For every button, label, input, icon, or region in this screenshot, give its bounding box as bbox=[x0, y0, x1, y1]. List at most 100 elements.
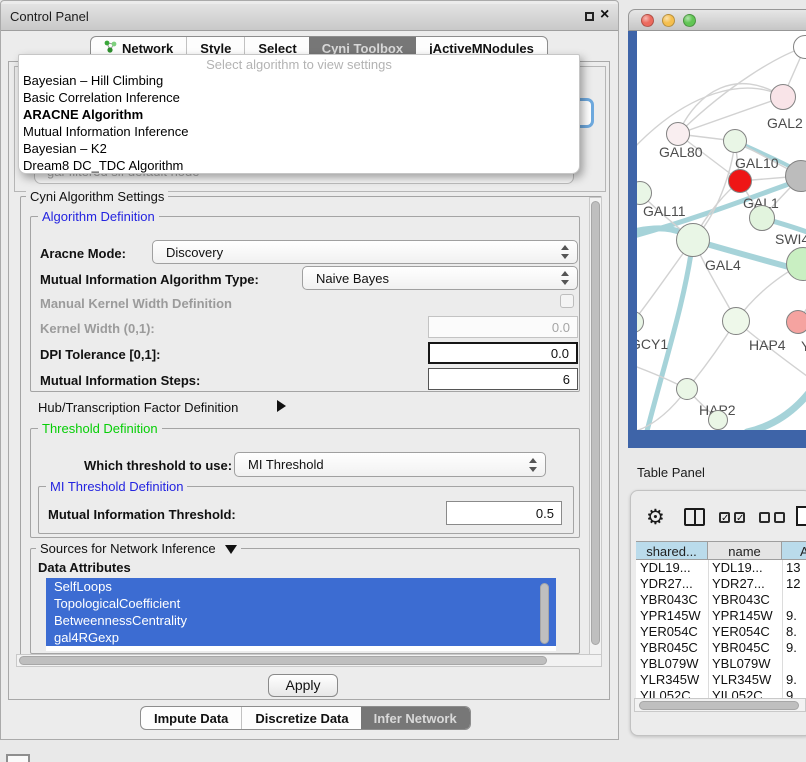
table-row[interactable]: YBR043CYBR043C bbox=[636, 592, 806, 608]
network-node[interactable] bbox=[793, 35, 806, 59]
table-row[interactable]: YBR045CYBR045C9. bbox=[636, 640, 806, 656]
settings-horizontal-scrollbar-thumb[interactable] bbox=[19, 656, 547, 665]
checkbox-checked-icon[interactable]: ✓ bbox=[734, 512, 745, 523]
control-panel-titlebar[interactable] bbox=[1, 4, 618, 31]
table-cell: YBR045C bbox=[712, 640, 770, 656]
algorithm-option-bayesian-hill-climbing[interactable]: Bayesian – Hill Climbing bbox=[21, 72, 577, 89]
mi-type-label: Mutual Information Algorithm Type: bbox=[40, 272, 259, 287]
apply-button[interactable]: Apply bbox=[268, 674, 338, 697]
bottom-tab-infer-network[interactable]: Infer Network bbox=[361, 707, 470, 729]
algorithm-option-basic-correlation-inference[interactable]: Basic Correlation Inference bbox=[21, 89, 577, 106]
network-node-gal2[interactable] bbox=[770, 84, 796, 110]
settings-vertical-scrollbar-thumb[interactable] bbox=[591, 201, 600, 645]
network-node-hap2[interactable] bbox=[676, 378, 698, 400]
cyni-algorithm-settings-title: Cyni Algorithm Settings bbox=[26, 189, 168, 204]
table-cell: YPR145W bbox=[712, 608, 773, 624]
network-node[interactable] bbox=[708, 410, 728, 430]
column-header-name[interactable]: name bbox=[708, 541, 782, 560]
hub-definition-label[interactable]: Hub/Transcription Factor Definition bbox=[38, 400, 238, 415]
network-node-gal10[interactable] bbox=[723, 129, 747, 153]
which-threshold-select[interactable]: MI Threshold bbox=[234, 452, 546, 477]
dpi-tolerance-input[interactable] bbox=[428, 342, 578, 364]
algorithm-dropdown-popup: Select algorithm to view settings Bayesi… bbox=[18, 54, 580, 174]
table-cell: YBL079W bbox=[640, 656, 699, 672]
network-node-gcy1[interactable] bbox=[637, 311, 644, 333]
sources-title-text: Sources for Network Inference bbox=[40, 541, 216, 556]
algorithm-option-dream8-dc-tdc-algorithm[interactable]: Dream8 DC_TDC Algorithm bbox=[21, 157, 577, 174]
minimize-traffic-light-icon[interactable] bbox=[662, 14, 675, 27]
attribute-item-betweennesscentrality[interactable]: BetweennessCentrality bbox=[46, 612, 556, 629]
table-row[interactable]: YER054CYER054C8. bbox=[636, 624, 806, 640]
network-window-titlebar[interactable] bbox=[628, 9, 806, 31]
data-attributes-list[interactable]: SelfLoopsTopologicalCoefficientBetweenne… bbox=[46, 578, 556, 651]
new-column-icon[interactable] bbox=[796, 506, 806, 526]
collapse-down-icon[interactable] bbox=[225, 545, 237, 554]
table-cell: YLR345W bbox=[640, 672, 699, 688]
network-node-gal1[interactable] bbox=[728, 169, 752, 193]
table-cell: 13 bbox=[786, 560, 800, 576]
minimized-panel-icon[interactable] bbox=[6, 754, 30, 762]
table-row[interactable]: YLR345WYLR345W9. bbox=[636, 672, 806, 688]
network-node-swi4[interactable] bbox=[786, 247, 806, 281]
network-node-hap4[interactable] bbox=[722, 307, 750, 335]
sources-group-title[interactable]: Sources for Network Inference bbox=[36, 541, 241, 556]
network-node-gal80[interactable] bbox=[666, 122, 690, 146]
settings-horizontal-scrollbar[interactable] bbox=[16, 654, 602, 667]
mi-type-select[interactable]: Naive Bayes bbox=[302, 266, 578, 290]
network-node-label-swi4: SWI4 bbox=[775, 231, 806, 247]
table-body: YDL19...YDL19...13YDR27...YDR27...12YBR0… bbox=[636, 560, 806, 698]
float-window-icon[interactable] bbox=[585, 12, 594, 21]
table-row[interactable]: YDL19...YDL19...13 bbox=[636, 560, 806, 576]
algorithm-option-mutual-information-inference[interactable]: Mutual Information Inference bbox=[21, 123, 577, 140]
network-node-gal4[interactable] bbox=[676, 223, 710, 257]
columns-icon[interactable] bbox=[684, 508, 705, 526]
algorithm-option-bayesian-k2[interactable]: Bayesian – K2 bbox=[21, 140, 577, 157]
column-header-shared[interactable]: shared... bbox=[636, 541, 708, 560]
table-row[interactable]: YIL052CYIL052C9. bbox=[636, 688, 806, 698]
checkbox-checked-icon[interactable]: ✓ bbox=[719, 512, 730, 523]
table-horizontal-scrollbar[interactable] bbox=[634, 698, 806, 712]
bottom-tab-impute-data[interactable]: Impute Data bbox=[141, 707, 241, 729]
table-cell: YBR043C bbox=[640, 592, 698, 608]
network-canvas[interactable]: GAL2GAL80GAL10GAL1GAL11SWI4GAL4GCY1HAP4Y… bbox=[637, 31, 806, 430]
table-cell: 9. bbox=[786, 688, 797, 698]
close-icon[interactable]: × bbox=[600, 6, 609, 24]
settings-vertical-scrollbar[interactable] bbox=[589, 197, 602, 662]
table-row[interactable]: YBL079W YBL079W bbox=[636, 656, 806, 672]
close-traffic-light-icon[interactable] bbox=[641, 14, 654, 27]
table-horizontal-scrollbar-thumb[interactable] bbox=[639, 701, 799, 710]
table-cell: YBL079W bbox=[712, 656, 771, 672]
algorithm-option-list: Bayesian – Hill ClimbingBasic Correlatio… bbox=[21, 72, 577, 174]
checkbox-unchecked-icon[interactable] bbox=[759, 512, 770, 523]
stepper-icon bbox=[529, 458, 538, 472]
mi-steps-input[interactable] bbox=[428, 368, 578, 390]
kernel-width-input[interactable] bbox=[428, 316, 578, 338]
expand-right-icon[interactable] bbox=[277, 400, 286, 412]
network-node-gal11[interactable] bbox=[637, 181, 652, 205]
algorithm-option-aracne-algorithm[interactable]: ARACNE Algorithm bbox=[21, 106, 577, 123]
bottom-tab-discretize-data[interactable]: Discretize Data bbox=[241, 707, 361, 729]
aracne-mode-value: Discovery bbox=[166, 245, 223, 260]
attribute-item-gal4rgexp[interactable]: gal4RGexp bbox=[46, 629, 556, 646]
table-row[interactable]: YPR145WYPR145W9. bbox=[636, 608, 806, 624]
network-node[interactable] bbox=[749, 205, 775, 231]
attribute-item-topologicalcoefficient[interactable]: TopologicalCoefficient bbox=[46, 595, 556, 612]
stepper-icon bbox=[561, 271, 570, 285]
zoom-traffic-light-icon[interactable] bbox=[683, 14, 696, 27]
table-cell: 12 bbox=[786, 576, 800, 592]
gear-icon[interactable]: ⚙ bbox=[646, 505, 665, 530]
network-node[interactable] bbox=[785, 160, 806, 192]
table-cell: 9. bbox=[786, 672, 797, 688]
mi-threshold-input[interactable] bbox=[446, 501, 562, 525]
attribute-item-selfloops[interactable]: SelfLoops bbox=[46, 578, 556, 595]
checkbox-unchecked-icon[interactable] bbox=[774, 512, 785, 523]
aracne-mode-select[interactable]: Discovery bbox=[152, 240, 578, 264]
column-divider bbox=[708, 560, 709, 698]
column-header-a[interactable]: A bbox=[782, 541, 806, 560]
table-cell: 9. bbox=[786, 640, 797, 656]
network-node-label-y: Y bbox=[801, 338, 806, 354]
network-node-y[interactable] bbox=[786, 310, 806, 334]
table-row[interactable]: YDR27...YDR27...12 bbox=[636, 576, 806, 592]
attributes-scrollbar-thumb[interactable] bbox=[540, 583, 549, 644]
manual-kernel-checkbox[interactable] bbox=[560, 294, 574, 308]
